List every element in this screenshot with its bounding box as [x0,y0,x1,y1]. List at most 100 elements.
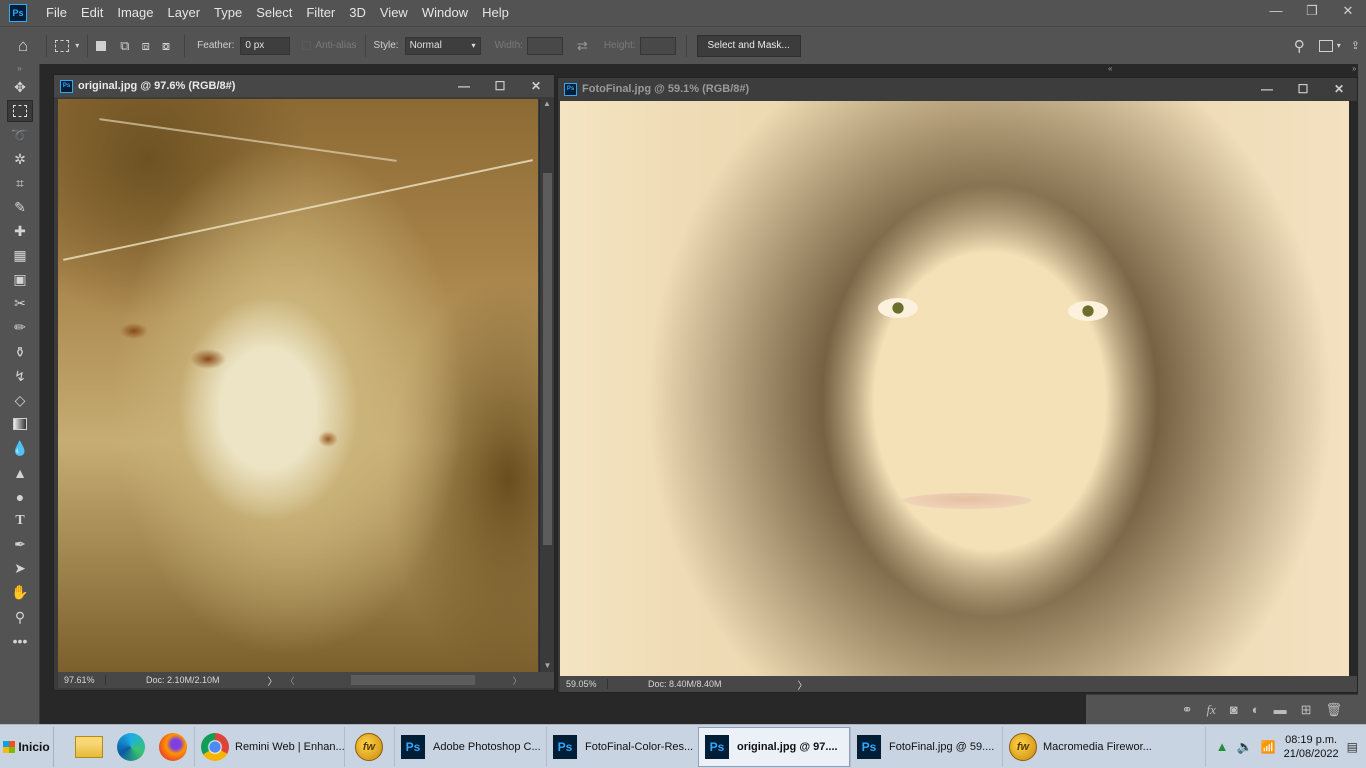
folder-icon[interactable]: ▬ [1274,702,1287,717]
content-aware-tool-icon[interactable]: ▣ [7,269,33,291]
path-selection-tool-icon[interactable]: ➤ [7,558,33,580]
gradient-tool-icon[interactable] [7,413,33,435]
canvas-restored-photo[interactable] [560,101,1349,676]
sharpen-tool-icon[interactable]: ▲ [7,462,33,484]
menu-help[interactable]: Help [475,0,516,26]
subtract-selection-icon[interactable]: ⧈ [142,38,150,54]
menu-edit[interactable]: Edit [74,0,110,26]
volume-icon[interactable]: 🔈 [1236,739,1252,755]
blur-tool-icon[interactable]: 💧 [7,437,33,459]
panel-grip-icon[interactable]: » [0,64,39,74]
horizontal-scrollbar-thumb[interactable] [350,675,475,685]
menu-file[interactable]: File [39,0,74,26]
start-button[interactable]: Inicio [0,726,54,767]
panel-expand-icon[interactable]: » [1352,64,1356,73]
menu-layer[interactable]: Layer [161,0,208,26]
share-icon[interactable]: ⇪ [1351,39,1360,52]
move-tool-icon[interactable]: ✥ [7,76,33,98]
dodge-tool-icon[interactable]: ● [7,486,33,508]
menu-type[interactable]: Type [207,0,249,26]
taskbar-item-fotofinal-color[interactable]: Ps FotoFinal-Color-Res... [546,726,698,767]
status-chevron-icon[interactable]: 〉 [798,677,808,692]
document-title-bar[interactable]: Ps FotoFinal.jpg @ 59.1% (RGB/8#) — ☐ ✕ [558,78,1357,100]
crop-tool-icon[interactable]: ⌗ [7,172,33,194]
workspace-icon[interactable] [1318,39,1333,52]
close-icon[interactable]: ✕ [518,79,554,93]
layer-mask-icon[interactable]: ◙ [1230,702,1238,717]
chevron-down-icon[interactable]: ▾ [75,41,79,50]
clock[interactable]: 08:19 p.m. 21/08/2022 [1276,733,1347,761]
menu-image[interactable]: Image [110,0,160,26]
minimize-icon[interactable]: — [1249,82,1285,96]
swap-icon[interactable]: ⇄ [577,38,588,54]
taskbar-item-photoshop[interactable]: Ps Adobe Photoshop C... [394,726,546,767]
scroll-down-icon[interactable]: ▼ [540,661,555,670]
restore-button[interactable]: ❐ [1294,0,1330,22]
lasso-tool-icon[interactable]: ➰ [7,124,33,146]
pen-tool-icon[interactable]: ✒ [7,534,33,556]
minimize-button[interactable]: — [1258,0,1294,22]
taskbar-item-fireworks[interactable]: fw [344,726,394,767]
menu-3d[interactable]: 3D [342,0,373,26]
eraser-tool-icon[interactable]: ◇ [7,389,33,411]
maximize-icon[interactable]: ☐ [1285,82,1321,96]
link-layers-icon[interactable]: ⚭ [1182,702,1193,718]
hand-tool-icon[interactable]: ✋ [7,582,33,604]
zoom-level[interactable]: 97.61% [58,675,106,685]
style-select[interactable]: Normal ▾ [404,36,481,55]
close-button[interactable]: ✕ [1330,0,1366,22]
trash-icon[interactable]: 🗑 [1325,702,1342,718]
canvas-original-photo[interactable] [58,99,538,672]
scroll-right-icon[interactable]: 〉 [513,674,522,687]
scroll-up-icon[interactable]: ▲ [540,99,554,108]
add-selection-icon[interactable]: ⧉ [120,38,129,54]
spot-healing-tool-icon[interactable]: ✚ [7,221,33,243]
document-title-bar[interactable]: Ps original.jpg @ 97.6% (RGB/8#) — ☐ ✕ [54,75,554,97]
patch-tool-icon[interactable]: ▦ [7,245,33,267]
feather-input[interactable]: 0 px [240,36,291,55]
home-icon[interactable]: ⌂ [18,36,28,56]
new-layer-icon[interactable]: ⊞ [1301,702,1312,718]
close-icon[interactable]: ✕ [1321,82,1357,96]
select-and-mask-button[interactable]: Select and Mask... [696,34,801,57]
width-input[interactable] [526,36,563,55]
adjustment-layer-icon[interactable]: ◐ [1252,702,1260,717]
history-brush-tool-icon[interactable]: ↯ [7,365,33,387]
network-icon[interactable]: 📶 [1261,740,1276,754]
antialias-checkbox[interactable] [302,41,312,50]
status-chevron-icon[interactable]: 〉 [268,673,278,688]
marquee-preset-icon[interactable] [55,39,70,52]
taskbar-item-chrome[interactable]: Remini Web | Enhan... [194,726,344,767]
taskbar-item-fotofinal[interactable]: Ps FotoFinal.jpg @ 59.... [850,726,1002,767]
zoom-tool-icon[interactable]: ⚲ [7,606,33,628]
fx-icon[interactable]: fx [1206,702,1215,718]
vertical-scrollbar[interactable]: ▲ ▼ [539,99,554,672]
height-input[interactable] [639,36,676,55]
zoom-level[interactable]: 59.05% [560,679,608,689]
rectangular-marquee-tool-icon[interactable] [7,100,33,123]
clone-stamp-tool-icon[interactable]: ⚱ [7,341,33,363]
magic-wand-tool-icon[interactable]: ✲ [7,148,33,170]
file-explorer-icon[interactable] [68,727,110,767]
panel-collapse-icon[interactable]: « [1108,64,1112,73]
type-tool-icon[interactable]: T [7,510,33,532]
scroll-left-icon[interactable]: 〈 [286,674,295,687]
intersect-selection-icon[interactable]: ⧇ [162,38,170,54]
taskbar-item-original[interactable]: Ps original.jpg @ 97.... [698,726,850,767]
transform-tool-icon[interactable]: ✂ [7,293,33,315]
brush-tool-icon[interactable]: ✏ [7,317,33,339]
maximize-icon[interactable]: ☐ [482,79,518,93]
menu-window[interactable]: Window [415,0,475,26]
search-icon[interactable]: ⚲ [1294,37,1305,55]
minimize-icon[interactable]: — [446,79,482,93]
menu-select[interactable]: Select [249,0,299,26]
google-drive-icon[interactable]: ▲ [1216,739,1229,754]
edge-icon[interactable] [110,727,152,767]
scrollbar-thumb[interactable] [543,173,552,545]
firefox-icon[interactable] [152,727,194,767]
menu-view[interactable]: View [373,0,415,26]
more-tools-icon[interactable]: ••• [7,630,33,652]
menu-filter[interactable]: Filter [299,0,342,26]
new-selection-icon[interactable] [96,40,107,51]
eyedropper-tool-icon[interactable]: ✎ [7,196,33,218]
